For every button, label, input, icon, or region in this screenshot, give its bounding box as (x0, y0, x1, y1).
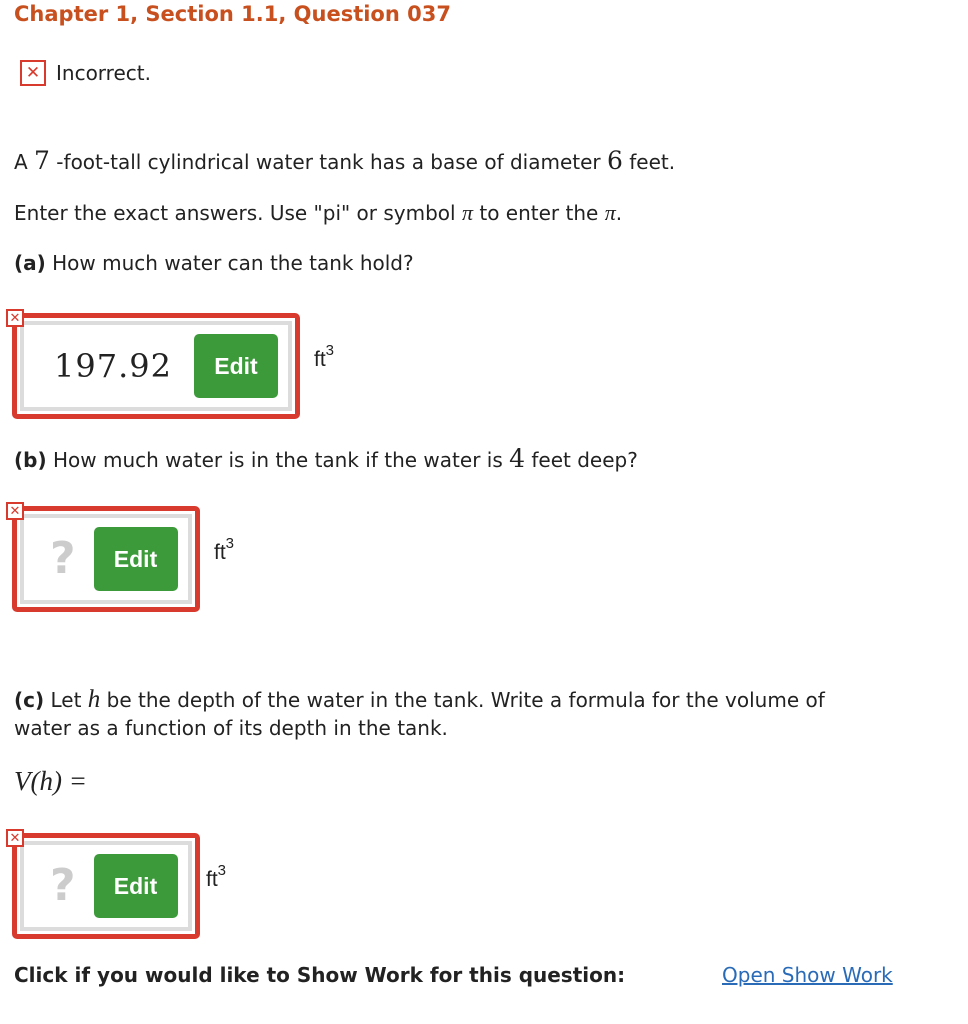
water-depth-value: 4 (509, 444, 526, 473)
unit-text: ft (214, 541, 226, 564)
depth-variable: h (87, 686, 101, 713)
part-a-label: (a) (14, 251, 46, 275)
part-b-text: How much water is in the tank if the wat… (46, 448, 510, 472)
part-c-text: be the depth of the water in the tank. W… (100, 688, 825, 712)
part-b-question: (b) How much water is in the tank if the… (14, 444, 638, 473)
status-text: Incorrect. (56, 61, 151, 85)
tank-diameter-value: 6 (607, 146, 623, 175)
problem-text: feet. (622, 150, 676, 174)
part-a-edit-button[interactable]: Edit (193, 334, 278, 398)
instruction-text: Enter the exact answers. Use "pi" or sym… (14, 201, 462, 225)
unit-text: ft (314, 348, 326, 371)
part-a-answer-inner: 197.92 Edit (20, 321, 292, 411)
x-mark-icon: ✕ (20, 60, 46, 86)
formula-label: V(h) = (14, 766, 87, 796)
instructions: Enter the exact answers. Use "pi" or sym… (14, 200, 622, 226)
part-c-answer-box[interactable]: ? Edit (12, 833, 200, 939)
question-title: Chapter 1, Section 1.1, Question 037 (14, 2, 451, 26)
part-b-edit-button[interactable]: Edit (93, 527, 178, 591)
question-mark-icon: ? (50, 860, 76, 911)
x-mark-icon: ✕ (6, 502, 24, 520)
part-a-unit: ft3 (314, 342, 335, 372)
unit-exponent: 3 (325, 342, 335, 359)
part-a-text: How much water can the tank hold? (45, 251, 414, 275)
pi-symbol: π (604, 200, 616, 225)
part-a-answer-box[interactable]: 197.92 Edit (12, 313, 300, 419)
problem-statement: A 7 -foot-tall cylindrical water tank ha… (14, 146, 675, 175)
part-c-unit: ft3 (206, 862, 227, 892)
question-mark-icon: ? (50, 533, 76, 584)
pi-symbol: π (461, 200, 473, 225)
problem-text: -foot-tall cylindrical water tank has a … (49, 150, 607, 174)
part-c-text: Let (44, 688, 88, 712)
part-b-label: (b) (14, 448, 47, 472)
unit-exponent: 3 (225, 535, 235, 552)
part-c-edit-button[interactable]: Edit (93, 854, 178, 918)
show-work-label: Click if you would like to Show Work for… (14, 963, 626, 987)
tank-height-value: 7 (34, 146, 50, 175)
part-a-answer-value: 197.92 (54, 347, 172, 385)
open-show-work-link[interactable]: Open Show Work (722, 963, 893, 987)
instruction-text: to enter the (473, 201, 605, 225)
instruction-text: . (615, 201, 623, 225)
x-mark-icon: ✕ (6, 829, 24, 847)
unit-text: ft (206, 868, 218, 891)
part-c-label: (c) (14, 688, 45, 712)
part-b-text: feet deep? (525, 448, 638, 472)
unit-exponent: 3 (217, 862, 227, 879)
problem-text: A (14, 150, 35, 174)
part-b-answer-box[interactable]: ? Edit (12, 506, 200, 612)
part-c-question-line2: water as a function of its depth in the … (14, 716, 448, 740)
part-c-answer-inner: ? Edit (20, 841, 192, 931)
part-b-answer-inner: ? Edit (20, 514, 192, 604)
x-mark-icon: ✕ (6, 309, 24, 327)
part-a-question: (a) How much water can the tank hold? (14, 251, 414, 275)
part-b-unit: ft3 (214, 535, 235, 565)
status-row: ✕ Incorrect. (20, 60, 151, 86)
part-c-question: (c) Let h be the depth of the water in t… (14, 686, 825, 714)
